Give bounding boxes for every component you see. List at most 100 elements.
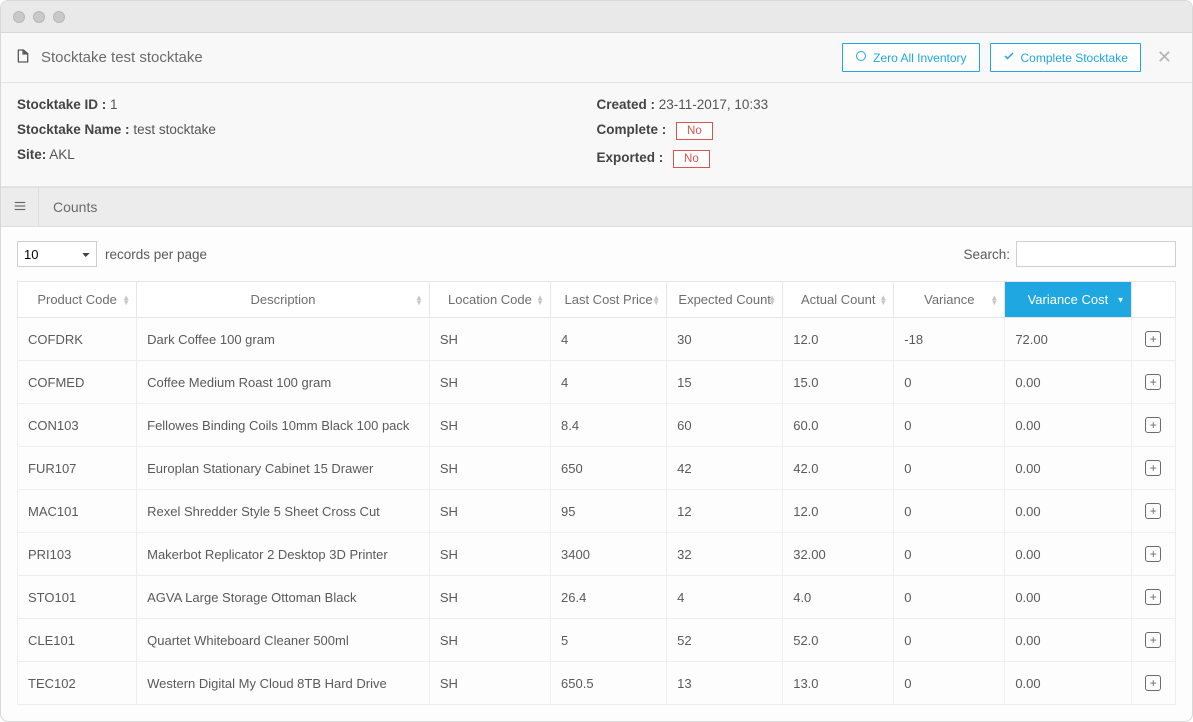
- cell-variance: 0: [894, 361, 1005, 404]
- cell-expand: +: [1131, 533, 1176, 576]
- expand-row-button[interactable]: +: [1145, 546, 1161, 562]
- document-icon: [15, 47, 31, 68]
- cell-location-code: SH: [429, 490, 550, 533]
- cell-location-code: SH: [429, 318, 550, 361]
- cell-location-code: SH: [429, 404, 550, 447]
- cell-variance: 0: [894, 662, 1005, 705]
- cell-last-cost-price: 4: [551, 318, 667, 361]
- stocktake-name-label: Stocktake Name :: [17, 122, 130, 137]
- col-description[interactable]: Description ▲▼: [137, 282, 430, 318]
- search-label: Search:: [963, 247, 1010, 262]
- sort-icon: ▲▼: [415, 295, 423, 305]
- cell-variance: 0: [894, 490, 1005, 533]
- table-row: CON103Fellowes Binding Coils 10mm Black …: [18, 404, 1176, 447]
- cell-expand: +: [1131, 490, 1176, 533]
- expand-row-button[interactable]: +: [1145, 632, 1161, 648]
- cell-expected-count: 15: [667, 361, 783, 404]
- col-variance-cost[interactable]: Variance Cost ▼: [1005, 282, 1131, 318]
- circle-icon: [855, 50, 867, 65]
- window-traffic-lights: [13, 11, 65, 23]
- cell-expand: +: [1131, 447, 1176, 490]
- created-label: Created :: [597, 97, 656, 112]
- records-per-page-label: records per page: [105, 247, 207, 262]
- cell-last-cost-price: 8.4: [551, 404, 667, 447]
- cell-expected-count: 4: [667, 576, 783, 619]
- table-row: COFMEDCoffee Medium Roast 100 gramSH4151…: [18, 361, 1176, 404]
- meta-panel: Stocktake ID : 1 Stocktake Name : test s…: [1, 83, 1192, 187]
- stocktake-id-value: 1: [110, 97, 118, 112]
- cell-expand: +: [1131, 361, 1176, 404]
- close-icon[interactable]: ✕: [1151, 47, 1178, 68]
- col-product-code[interactable]: Product Code ▲▼: [18, 282, 137, 318]
- cell-expand: +: [1131, 404, 1176, 447]
- cell-description: AGVA Large Storage Ottoman Black: [137, 576, 430, 619]
- hamburger-icon: [12, 199, 28, 216]
- window-close-dot[interactable]: [13, 11, 25, 23]
- window-max-dot[interactable]: [53, 11, 65, 23]
- cell-location-code: SH: [429, 662, 550, 705]
- cell-variance-cost: 0.00: [1005, 576, 1131, 619]
- cell-variance-cost: 0.00: [1005, 619, 1131, 662]
- expand-row-button[interactable]: +: [1145, 503, 1161, 519]
- col-expected-count[interactable]: Expected Count ▲▼: [667, 282, 783, 318]
- cell-actual-count: 4.0: [783, 576, 894, 619]
- cell-last-cost-price: 5: [551, 619, 667, 662]
- cell-expected-count: 12: [667, 490, 783, 533]
- cell-product-code: STO101: [18, 576, 137, 619]
- expand-row-button[interactable]: +: [1145, 460, 1161, 476]
- cell-description: Fellowes Binding Coils 10mm Black 100 pa…: [137, 404, 430, 447]
- complete-label: Complete :: [597, 122, 667, 137]
- cell-location-code: SH: [429, 447, 550, 490]
- section-title: Counts: [39, 199, 97, 215]
- cell-variance-cost: 0.00: [1005, 447, 1131, 490]
- cell-variance: -18: [894, 318, 1005, 361]
- created-value: 23-11-2017, 10:33: [659, 97, 768, 112]
- cell-last-cost-price: 4: [551, 361, 667, 404]
- cell-expected-count: 52: [667, 619, 783, 662]
- cell-expected-count: 60: [667, 404, 783, 447]
- cell-description: Makerbot Replicator 2 Desktop 3D Printer: [137, 533, 430, 576]
- expand-row-button[interactable]: +: [1145, 589, 1161, 605]
- col-last-cost-price[interactable]: Last Cost Price ▲▼: [551, 282, 667, 318]
- cell-variance-cost: 0.00: [1005, 533, 1131, 576]
- cell-variance: 0: [894, 619, 1005, 662]
- expand-row-button[interactable]: +: [1145, 331, 1161, 347]
- cell-actual-count: 15.0: [783, 361, 894, 404]
- site-label: Site:: [17, 147, 46, 162]
- window-titlebar: [1, 1, 1192, 33]
- cell-expand: +: [1131, 619, 1176, 662]
- cell-expand: +: [1131, 662, 1176, 705]
- expand-row-button[interactable]: +: [1145, 374, 1161, 390]
- cell-actual-count: 12.0: [783, 318, 894, 361]
- table-row: TEC102Western Digital My Cloud 8TB Hard …: [18, 662, 1176, 705]
- page-size-select[interactable]: 10: [17, 241, 97, 267]
- table-row: STO101AGVA Large Storage Ottoman BlackSH…: [18, 576, 1176, 619]
- cell-product-code: CLE101: [18, 619, 137, 662]
- window-min-dot[interactable]: [33, 11, 45, 23]
- app-window: Stocktake test stocktake Zero All Invent…: [0, 0, 1193, 722]
- page-header: Stocktake test stocktake Zero All Invent…: [1, 33, 1192, 83]
- col-variance[interactable]: Variance ▲▼: [894, 282, 1005, 318]
- table-controls: 10 records per page Search:: [1, 227, 1192, 275]
- col-actual-count[interactable]: Actual Count ▲▼: [783, 282, 894, 318]
- check-icon: [1003, 50, 1015, 65]
- cell-product-code: TEC102: [18, 662, 137, 705]
- cell-actual-count: 60.0: [783, 404, 894, 447]
- zero-inventory-button[interactable]: Zero All Inventory: [842, 43, 979, 72]
- cell-variance-cost: 0.00: [1005, 490, 1131, 533]
- table-row: CLE101Quartet Whiteboard Cleaner 500mlSH…: [18, 619, 1176, 662]
- section-menu-button[interactable]: [1, 188, 39, 226]
- col-location-code[interactable]: Location Code ▲▼: [429, 282, 550, 318]
- cell-expand: +: [1131, 576, 1176, 619]
- cell-actual-count: 13.0: [783, 662, 894, 705]
- table-row: FUR107Europlan Stationary Cabinet 15 Dra…: [18, 447, 1176, 490]
- cell-variance: 0: [894, 533, 1005, 576]
- search-input[interactable]: [1016, 241, 1176, 267]
- expand-row-button[interactable]: +: [1145, 417, 1161, 433]
- expand-row-button[interactable]: +: [1145, 675, 1161, 691]
- section-bar: Counts: [1, 187, 1192, 227]
- cell-variance-cost: 72.00: [1005, 318, 1131, 361]
- complete-stocktake-button[interactable]: Complete Stocktake: [990, 43, 1141, 72]
- cell-location-code: SH: [429, 533, 550, 576]
- cell-expected-count: 42: [667, 447, 783, 490]
